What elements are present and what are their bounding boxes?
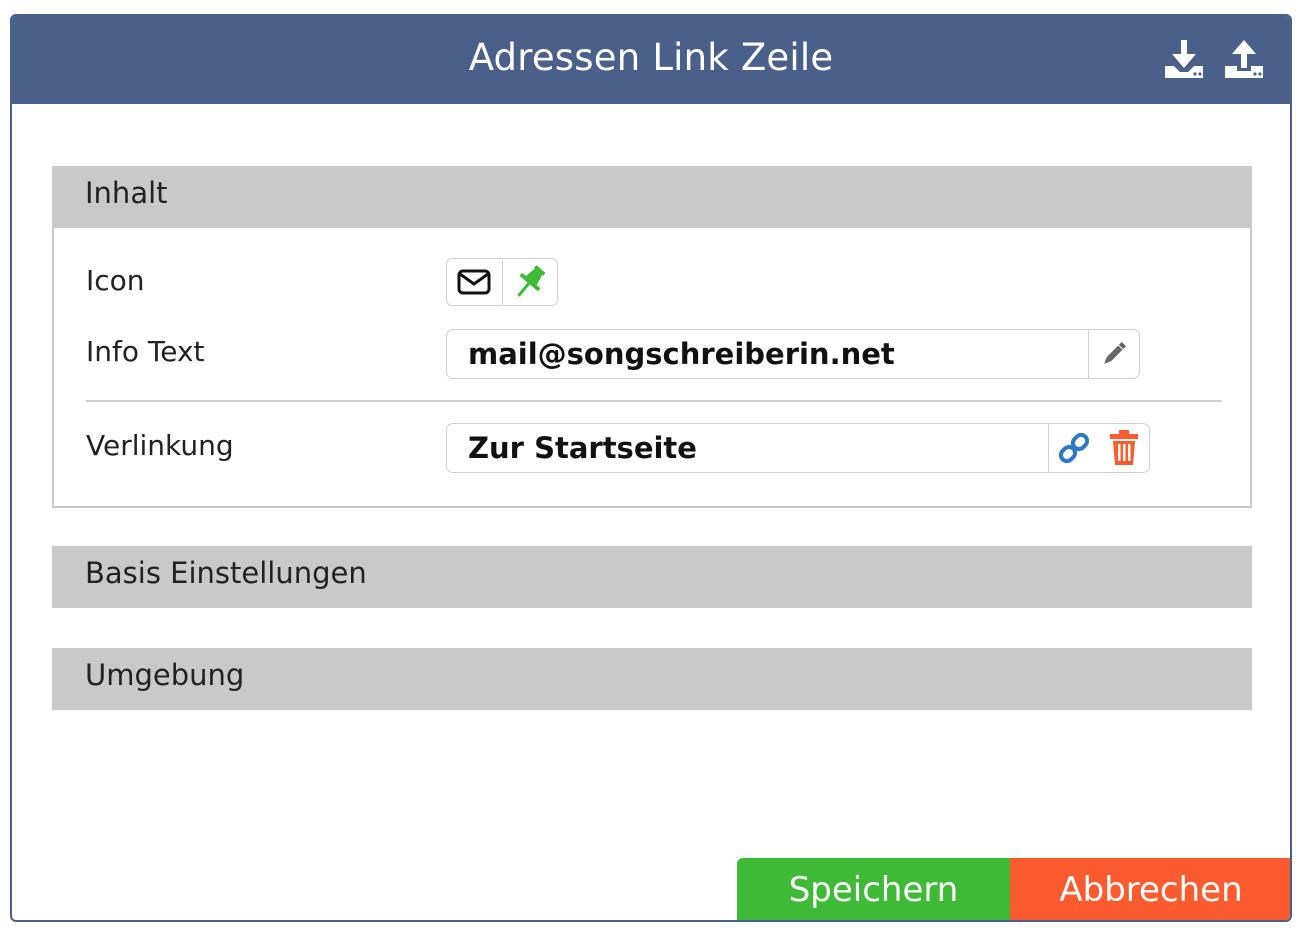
section-header-inhalt[interactable]: Inhalt [52,166,1252,228]
upload-icon[interactable] [1222,38,1266,82]
info-text-value: mail@songschreiberin.net [468,337,895,371]
section-title-basis: Basis Einstellungen [85,556,367,590]
link-icon[interactable] [1048,424,1099,472]
icon-label: Icon [86,264,145,297]
download-icon[interactable] [1162,38,1206,82]
verlinkung-value: Zur Startseite [468,431,697,465]
section-body-inhalt: Icon Info Text mail@songschreiberin.net … [52,228,1252,508]
section-title-umgebung: Umgebung [85,658,245,692]
dialog-header: Adressen Link Zeile [12,16,1290,104]
dialog: Adressen Link Zeile Inhalt Icon Info Tex… [10,14,1292,922]
info-text-field[interactable]: mail@songschreiberin.net [446,329,1140,379]
pin-icon[interactable] [501,259,558,305]
cancel-button[interactable]: Abbrechen [1010,858,1290,920]
envelope-icon[interactable] [447,259,502,305]
pencil-icon[interactable] [1088,330,1139,378]
icon-picker [446,258,558,306]
section-header-umgebung[interactable]: Umgebung [52,648,1252,710]
section-header-basis-einstellungen[interactable]: Basis Einstellungen [52,546,1252,608]
verlinkung-field[interactable]: Zur Startseite [446,423,1150,473]
save-button[interactable]: Speichern [737,858,1010,920]
verlinkung-label: Verlinkung [86,429,234,462]
section-title-inhalt: Inhalt [85,176,168,210]
row-divider [86,400,1222,402]
dialog-title: Adressen Link Zeile [468,36,834,79]
trash-icon[interactable] [1099,424,1149,472]
info-text-label: Info Text [86,335,205,368]
